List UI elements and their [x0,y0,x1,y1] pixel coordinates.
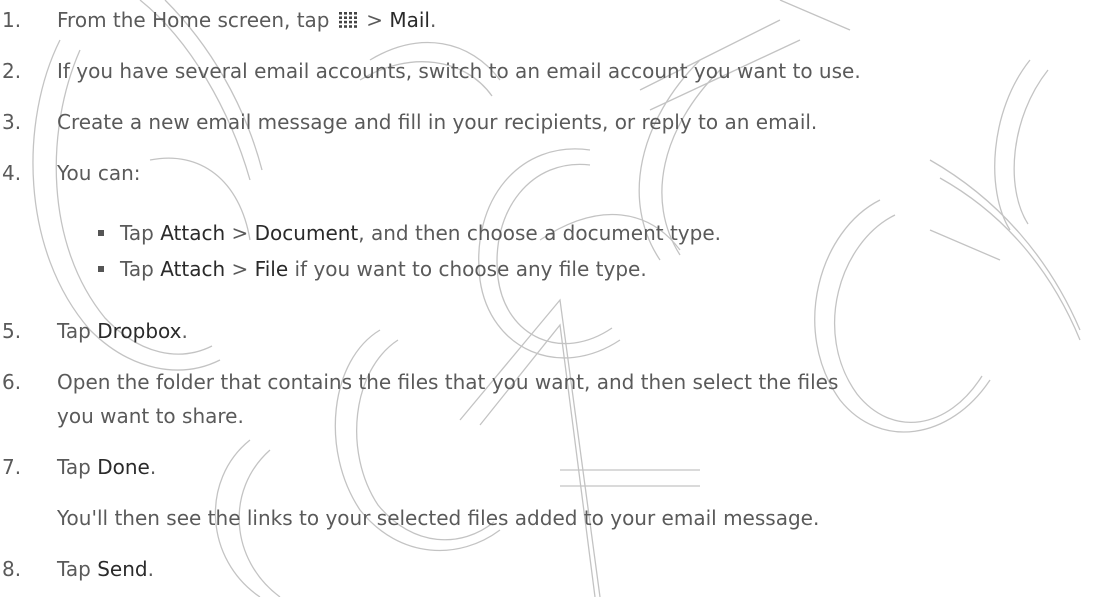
step-number: 3. [2,110,22,134]
step-text-pre: Tap [57,455,98,479]
bullet-bold-2: File [254,257,289,281]
apps-grid-icon [338,12,357,28]
bullet-separator: > [225,257,255,281]
bullet-icon [98,266,104,272]
step-text-pre: Tap [57,557,98,581]
step-7-note: You'll then see the links to your select… [57,506,820,530]
step-number: 5. [2,319,22,343]
step-text-line-1: Open the folder that contains the files … [57,370,839,394]
bullet-text: Tap Attach > Document, and then choose a… [120,221,721,245]
bullet-bold-1: Attach [160,257,226,281]
bullet-text-pre: Tap [120,257,161,281]
bullet-text: Tap Attach > File if you want to choose … [120,257,647,281]
step-number: 1. [2,8,22,32]
step-text-post: . [149,455,157,479]
step-text-post: . [181,319,188,343]
step-text: You can: [57,161,141,185]
step-number: 6. [2,370,22,394]
step-text: Tap Dropbox. [57,319,188,343]
step-number: 8. [2,557,22,581]
step-number: 4. [2,161,22,185]
step-text: Tap Send. [57,557,154,581]
bullet-text-post: if you want to choose any file type. [288,257,647,281]
step-bold-label: Dropbox [97,319,182,343]
bullet-icon [98,230,104,236]
step-separator: > [359,8,390,32]
bullet-bold-2: Document [254,221,359,245]
step-text-pre: From the Home screen, tap [57,8,330,32]
bullet-separator: > [225,221,255,245]
step-text-post: . [147,557,154,581]
step-text: If you have several email accounts, swit… [57,59,861,83]
step-text: Tap Done. [57,455,156,479]
step-text: From the Home screen, tap > Mail. [57,8,436,32]
step-text: Create a new email message and fill in y… [57,110,818,134]
step-number: 7. [2,455,22,479]
bullet-text-post: , and then choose a document type. [358,221,721,245]
bullet-bold-1: Attach [160,221,226,245]
step-bold-label: Send [97,557,148,581]
step-bold-label: Done [97,455,150,479]
step-bold-label: Mail [389,8,430,32]
bullet-text-pre: Tap [120,221,161,245]
step-number: 2. [2,59,22,83]
step-6-continuation: you want to share. [57,404,244,428]
step-text-post: . [429,8,437,32]
step-text-pre: Tap [57,319,98,343]
